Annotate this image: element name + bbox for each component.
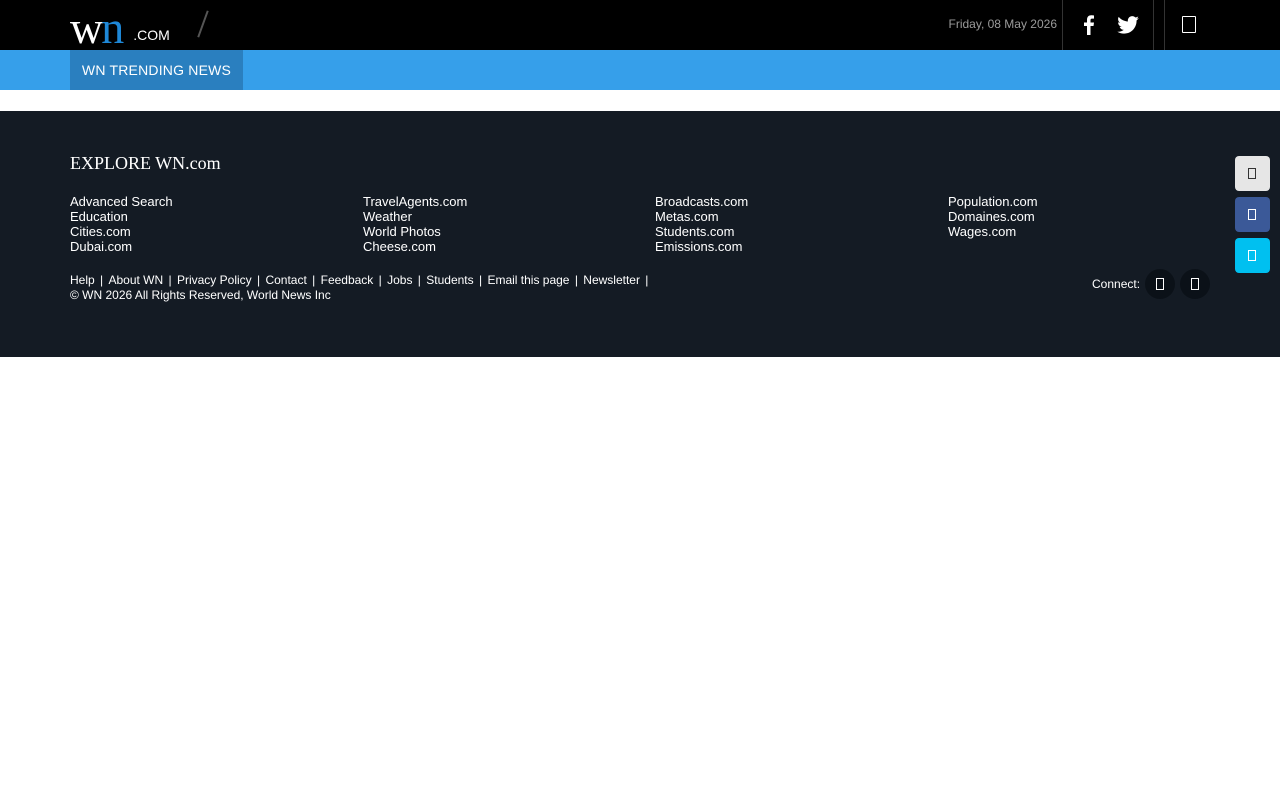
footer-link-jobs[interactable]: Jobs <box>387 273 412 287</box>
copyright: © WN 2026 All Rights Reserved, World New… <box>70 288 331 302</box>
footer-link[interactable]: Cheese.com <box>363 239 467 254</box>
logo-letter-n: n <box>101 2 125 53</box>
header-divider <box>1153 0 1154 50</box>
footer-column-4: Population.com Domaines.com Wages.com <box>948 194 1038 239</box>
footer-column-1: Advanced Search Education Cities.com Dub… <box>70 194 173 254</box>
footer-link-contact[interactable]: Contact <box>265 273 306 287</box>
connect-label: Connect: <box>1092 277 1141 291</box>
share-twitter-button[interactable] <box>1235 238 1270 273</box>
footer-link-privacy[interactable]: Privacy Policy <box>177 273 252 287</box>
logo-com: .COM <box>133 27 170 43</box>
twitter-icon <box>1248 250 1256 261</box>
footer-link-students[interactable]: Students <box>426 273 473 287</box>
footer-column-2: TravelAgents.com Weather World Photos Ch… <box>363 194 467 254</box>
footer: EXPLORE WN.com Advanced Search Education… <box>0 111 1280 357</box>
footer-link[interactable]: Wages.com <box>948 224 1038 239</box>
footer-link-help[interactable]: Help <box>70 273 95 287</box>
connect-facebook-button[interactable] <box>1145 269 1175 299</box>
footer-link[interactable]: Education <box>70 209 173 224</box>
footer-link[interactable]: Dubai.com <box>70 239 173 254</box>
tab-wn-trending-news[interactable]: WN TRENDING NEWS <box>70 50 243 90</box>
top-header: w n .COM Friday, 08 May 2026 <box>0 0 1280 53</box>
facebook-icon <box>1156 278 1164 290</box>
footer-column-3: Broadcasts.com Metas.com Students.com Em… <box>655 194 748 254</box>
footer-link[interactable]: Students.com <box>655 224 748 239</box>
footer-link[interactable]: World Photos <box>363 224 467 239</box>
header-date: Friday, 08 May 2026 <box>948 17 1058 31</box>
footer-link[interactable]: Broadcasts.com <box>655 194 748 209</box>
header-divider <box>1062 0 1063 50</box>
share-facebook-button[interactable] <box>1235 197 1270 232</box>
footer-link[interactable]: Domaines.com <box>948 209 1038 224</box>
footer-link-about[interactable]: About WN <box>108 273 163 287</box>
footer-link[interactable]: Metas.com <box>655 209 748 224</box>
menu-icon[interactable] <box>1182 16 1196 33</box>
facebook-icon[interactable] <box>1080 15 1096 35</box>
footer-utility-links: Help | About WN | Privacy Policy | Conta… <box>70 273 649 287</box>
wn-logo[interactable]: w n .COM <box>70 2 170 53</box>
logo-slash-decoration <box>197 10 209 38</box>
twitter-icon <box>1191 278 1199 290</box>
footer-link-email-page[interactable]: Email this page <box>487 273 569 287</box>
nav-bar: WN TRENDING NEWS <box>0 50 1280 90</box>
logo-letter-w: w <box>70 2 103 53</box>
footer-link[interactable]: Advanced Search <box>70 194 173 209</box>
footer-link-feedback[interactable]: Feedback <box>321 273 374 287</box>
footer-link[interactable]: Cities.com <box>70 224 173 239</box>
facebook-icon <box>1248 209 1256 220</box>
share-icon <box>1248 168 1256 179</box>
footer-link[interactable]: Population.com <box>948 194 1038 209</box>
twitter-icon[interactable] <box>1117 16 1139 34</box>
share-button[interactable] <box>1235 156 1270 191</box>
footer-link[interactable]: TravelAgents.com <box>363 194 467 209</box>
footer-link[interactable]: Emissions.com <box>655 239 748 254</box>
header-divider <box>1164 0 1165 50</box>
connect-twitter-button[interactable] <box>1180 269 1210 299</box>
explore-title: EXPLORE WN.com <box>70 153 221 173</box>
footer-link[interactable]: Weather <box>363 209 467 224</box>
footer-link-newsletter[interactable]: Newsletter <box>583 273 640 287</box>
